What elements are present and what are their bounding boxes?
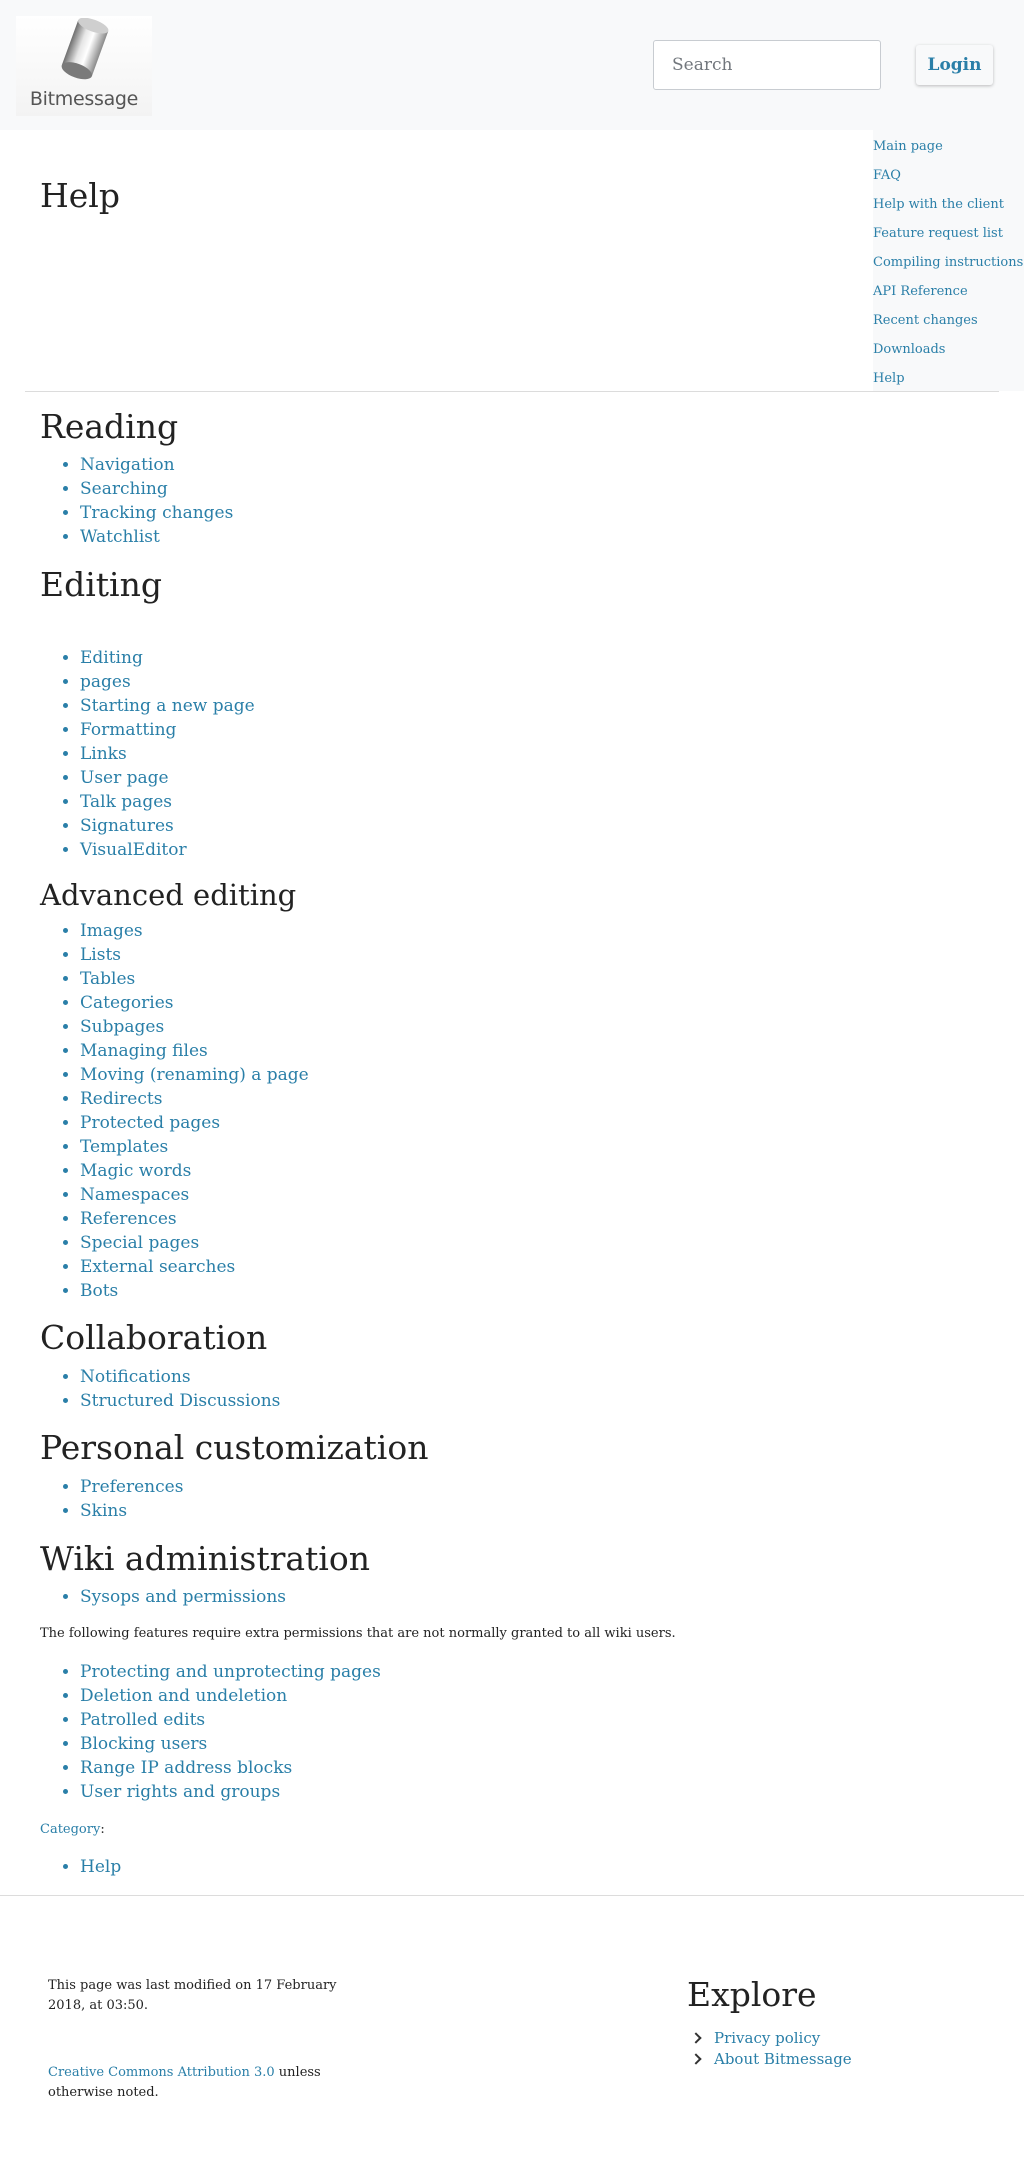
- list-item[interactable]: Links: [80, 742, 255, 766]
- explore-item-label: Privacy policy: [714, 2029, 821, 2047]
- section-title-wiki-administration: Wiki administration: [40, 1539, 370, 1578]
- logo-text: Bitmessage: [29, 88, 139, 110]
- list-item[interactable]: Sysops and permissions: [80, 1585, 286, 1609]
- sidebar-item-compiling-instructions[interactable]: Compiling instructions: [873, 254, 1024, 283]
- list-item[interactable]: External searches: [80, 1255, 309, 1279]
- list-item[interactable]: Subpages: [80, 1015, 309, 1039]
- sidebar-item-help-with-client[interactable]: Help with the client: [873, 196, 1024, 225]
- list-item[interactable]: Range IP address blocks: [80, 1756, 381, 1780]
- chevron-right-icon: [690, 2032, 702, 2044]
- list-item[interactable]: VisualEditor: [80, 838, 255, 862]
- search-input[interactable]: [653, 40, 881, 90]
- sidebar-nav: Main page FAQ Help with the client Featu…: [873, 130, 1024, 391]
- list-item[interactable]: Patrolled edits: [80, 1708, 381, 1732]
- explore-item-about[interactable]: About Bitmessage: [690, 2049, 852, 2070]
- last-modified-text: This page was last modified on 17 Februa…: [48, 1978, 337, 2013]
- explore-list: Privacy policy About Bitmessage: [690, 2028, 852, 2070]
- list-item[interactable]: Deletion and undeletion: [80, 1684, 381, 1708]
- list-item[interactable]: Searching: [80, 477, 233, 501]
- site-logo[interactable]: Bitmessage: [16, 16, 152, 116]
- explore-item-label: About Bitmessage: [714, 2050, 852, 2068]
- list-item[interactable]: Notifications: [80, 1365, 280, 1389]
- category-label: Category:: [40, 1820, 105, 1840]
- collaboration-list: Notifications Structured Discussions: [80, 1365, 280, 1413]
- chevron-right-icon: [690, 2053, 702, 2065]
- list-item[interactable]: Bots: [80, 1279, 309, 1303]
- list-item[interactable]: Lists: [80, 943, 309, 967]
- section-title-personal-customization: Personal customization: [40, 1428, 429, 1467]
- explore-item-privacy-policy[interactable]: Privacy policy: [690, 2028, 852, 2049]
- page-title: Help: [40, 176, 120, 215]
- list-item[interactable]: Navigation: [80, 453, 233, 477]
- sidebar-item-feature-request-list[interactable]: Feature request list: [873, 225, 1024, 254]
- list-item[interactable]: Structured Discussions: [80, 1389, 280, 1413]
- title-divider: [25, 391, 999, 392]
- reading-list: Navigation Searching Tracking changes Wa…: [80, 453, 233, 549]
- category-list: Help: [80, 1855, 121, 1879]
- list-item[interactable]: User page: [80, 766, 255, 790]
- sidebar-item-help[interactable]: Help: [873, 370, 1024, 399]
- list-item[interactable]: Talk pages: [80, 790, 255, 814]
- list-item[interactable]: Managing files: [80, 1039, 309, 1063]
- list-item[interactable]: Signatures: [80, 814, 255, 838]
- personal-customization-list: Preferences Skins: [80, 1475, 183, 1523]
- section-title-collaboration: Collaboration: [40, 1318, 268, 1357]
- license-text: Creative Commons Attribution 3.0 unless …: [48, 2063, 358, 2103]
- category-link[interactable]: Category: [40, 1822, 100, 1837]
- list-item[interactable]: Watchlist: [80, 525, 233, 549]
- list-item[interactable]: Blocking users: [80, 1732, 381, 1756]
- list-item[interactable]: Protecting and unprotecting pages: [80, 1660, 381, 1684]
- list-item[interactable]: Starting a new page: [80, 694, 255, 718]
- list-item[interactable]: Preferences: [80, 1475, 183, 1499]
- list-item[interactable]: Skins: [80, 1499, 183, 1523]
- sidebar-item-faq[interactable]: FAQ: [873, 167, 1024, 196]
- list-item[interactable]: Magic words: [80, 1159, 309, 1183]
- category-item-help[interactable]: Help: [80, 1855, 121, 1879]
- list-item[interactable]: Images: [80, 919, 309, 943]
- list-item[interactable]: Moving (renaming) a page: [80, 1063, 309, 1087]
- list-item[interactable]: Tables: [80, 967, 309, 991]
- editing-list: Editing pages Starting a new page Format…: [80, 646, 255, 862]
- list-item[interactable]: Namespaces: [80, 1183, 309, 1207]
- wiki-administration-extra-list: Protecting and unprotecting pages Deleti…: [80, 1660, 381, 1804]
- list-item[interactable]: Formatting: [80, 718, 255, 742]
- header: Bitmessage Login: [0, 0, 1024, 130]
- permissions-note: The following features require extra per…: [40, 1626, 676, 1641]
- list-item[interactable]: Categories: [80, 991, 309, 1015]
- category-colon: :: [100, 1822, 105, 1837]
- footer-divider: [0, 1895, 1024, 1896]
- wiki-administration-list: Sysops and permissions: [80, 1585, 286, 1609]
- list-item[interactable]: References: [80, 1207, 309, 1231]
- list-item[interactable]: pages: [80, 670, 255, 694]
- sidebar-item-main-page[interactable]: Main page: [873, 138, 1024, 167]
- sidebar-item-api-reference[interactable]: API Reference: [873, 283, 1024, 312]
- section-title-editing: Editing: [40, 565, 162, 604]
- login-button[interactable]: Login: [916, 45, 993, 85]
- sidebar-item-recent-changes[interactable]: Recent changes: [873, 312, 1024, 341]
- list-item[interactable]: Redirects: [80, 1087, 309, 1111]
- bitmessage-logo-icon: [61, 18, 109, 80]
- explore-title: Explore: [687, 1975, 817, 2014]
- list-item[interactable]: Tracking changes: [80, 501, 233, 525]
- section-title-advanced-editing: Advanced editing: [40, 878, 297, 912]
- license-link[interactable]: Creative Commons Attribution 3.0: [48, 2065, 275, 2080]
- list-item[interactable]: User rights and groups: [80, 1780, 381, 1804]
- section-title-reading: Reading: [40, 407, 179, 446]
- list-item[interactable]: Editing: [80, 646, 255, 670]
- sidebar-item-downloads[interactable]: Downloads: [873, 341, 1024, 370]
- list-item[interactable]: Protected pages: [80, 1111, 309, 1135]
- list-item[interactable]: Special pages: [80, 1231, 309, 1255]
- list-item[interactable]: Templates: [80, 1135, 309, 1159]
- advanced-editing-list: Images Lists Tables Categories Subpages …: [80, 919, 309, 1303]
